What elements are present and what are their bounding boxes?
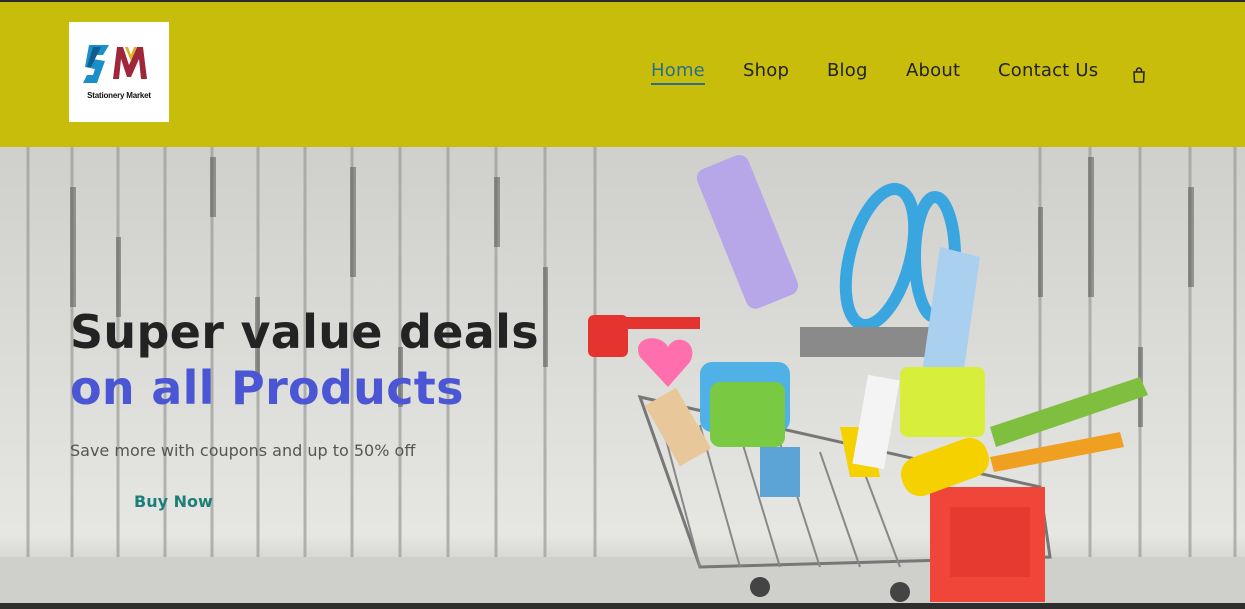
nav-blog[interactable]: Blog: [827, 60, 868, 81]
logo-mark-icon: [83, 44, 147, 83]
logo-text: Stationery Market: [87, 90, 151, 100]
site-header: Stationery Market Home Shop Blog About C…: [0, 2, 1245, 147]
site-logo[interactable]: Stationery Market: [69, 22, 169, 122]
hero-title-line1: Super value deals: [70, 305, 539, 359]
nav-contact-us[interactable]: Contact Us: [998, 60, 1098, 81]
shopping-bag-icon[interactable]: [1131, 67, 1147, 83]
hero-title-line2: on all Products: [70, 361, 464, 415]
nav-shop[interactable]: Shop: [743, 60, 789, 81]
nav-about[interactable]: About: [906, 60, 960, 81]
hero-subtitle: Save more with coupons and up to 50% off: [70, 441, 416, 460]
nav-home[interactable]: Home: [651, 60, 705, 85]
bottom-strip: [0, 603, 1245, 609]
hero-banner: Super value deals on all Products Save m…: [0, 147, 1245, 603]
buy-now-button[interactable]: Buy Now: [134, 492, 213, 511]
